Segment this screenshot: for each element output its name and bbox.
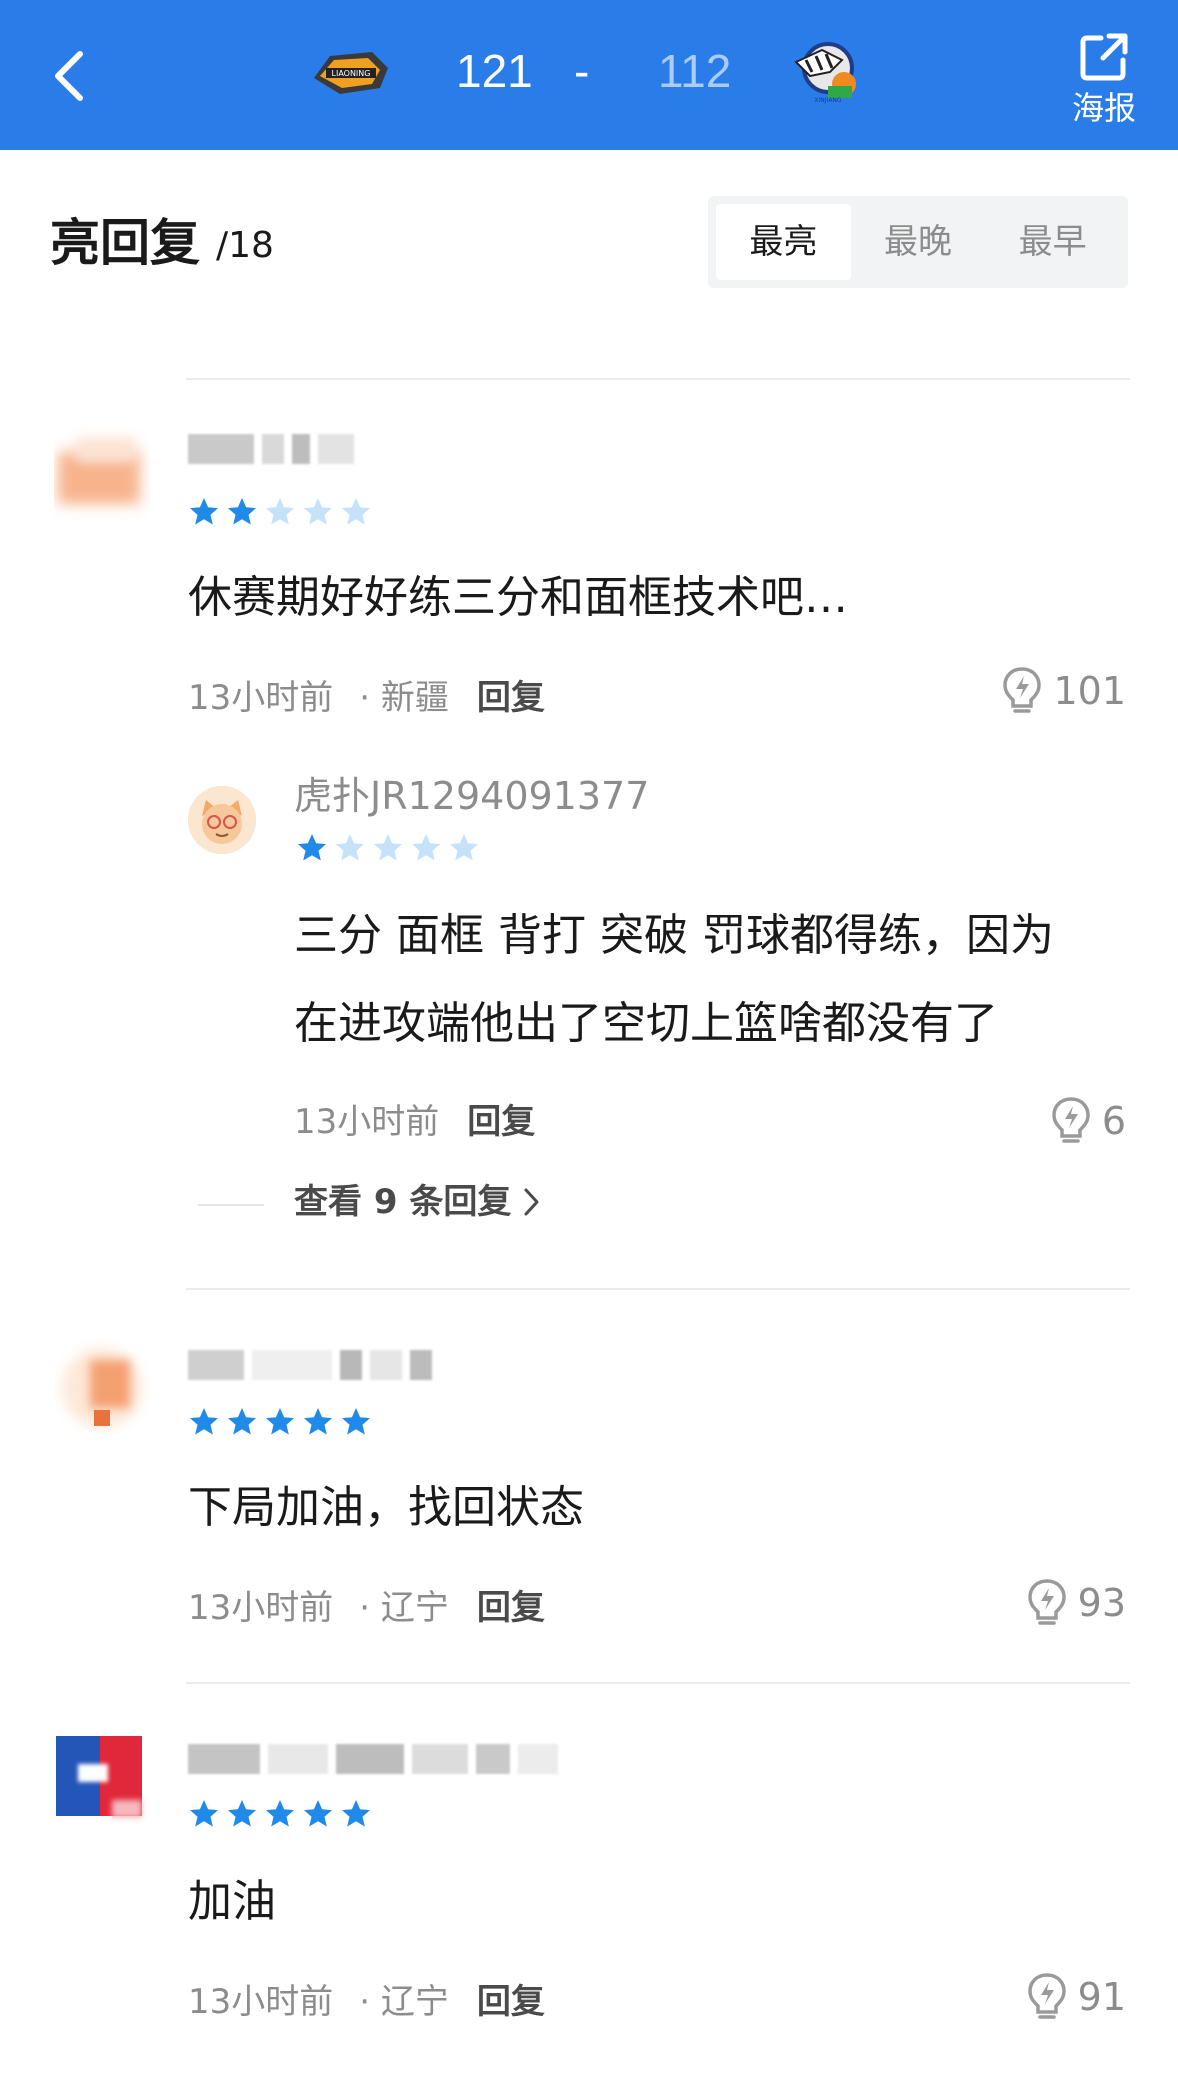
- score-separator: -: [574, 45, 590, 97]
- username-blurred[interactable]: [188, 1350, 432, 1380]
- reply-meta: 13小时前 回复: [294, 1100, 535, 1144]
- comment-meta: 13小时前 · 辽宁 回复: [188, 1980, 545, 2024]
- star-filled-icon: [228, 498, 256, 525]
- comment-time: 13小时前: [188, 1982, 334, 2022]
- sort-tab-earliest[interactable]: 最早: [985, 204, 1120, 280]
- poster-button[interactable]: 海报: [1064, 30, 1144, 126]
- star-filled-icon: [304, 1800, 332, 1827]
- avatar[interactable]: [54, 1338, 150, 1434]
- like-count: 91: [1077, 1975, 1126, 2019]
- like-button[interactable]: 91: [1026, 1972, 1126, 2022]
- home-logo-text: LIAONING: [332, 69, 371, 78]
- chevron-right-icon: [524, 1188, 539, 1216]
- away-team-logo[interactable]: XINJIANG: [782, 38, 864, 104]
- divider: [186, 1288, 1130, 1290]
- comment-meta: 13小时前 · 新疆 回复: [188, 676, 545, 720]
- lightbulb-icon: [1003, 667, 1042, 713]
- home-team-logo[interactable]: LIAONING: [310, 38, 392, 104]
- comment-text: 下局加油，找回状态: [188, 1482, 584, 1533]
- away-score: 112: [658, 45, 732, 97]
- avatar[interactable]: [54, 1730, 150, 1826]
- reply-avatar[interactable]: [188, 786, 256, 854]
- lightbulb-icon: [1027, 1973, 1066, 2019]
- lightbulb-icon: [1027, 1579, 1066, 1625]
- reply-username[interactable]: 虎扑JR1294091377: [294, 772, 649, 820]
- star-filled-icon: [298, 834, 326, 861]
- like-button[interactable]: 101: [1001, 666, 1126, 716]
- username-blurred[interactable]: [188, 1744, 558, 1774]
- star-empty-icon: [342, 498, 370, 525]
- match-header: LIAONING 121 - 112 XINJIANG 海报: [0, 0, 1178, 150]
- chevron-left-icon: [55, 51, 83, 101]
- sort-tabs: 最亮 最晚 最早: [708, 196, 1128, 288]
- star-filled-icon: [342, 1408, 370, 1435]
- comment-time: 13小时前: [188, 1588, 334, 1628]
- reply-like-count: 6: [1101, 1099, 1126, 1143]
- star-filled-icon: [228, 1800, 256, 1827]
- rating-stars: [188, 1406, 372, 1438]
- poster-label: 海报: [1071, 89, 1136, 127]
- reply-button[interactable]: 回复: [467, 1100, 535, 1144]
- back-button[interactable]: [46, 46, 96, 106]
- star-filled-icon: [190, 1800, 218, 1827]
- star-filled-icon: [190, 498, 218, 525]
- home-score: 121: [456, 45, 533, 97]
- avatar[interactable]: [54, 428, 150, 524]
- comment-text: 加油: [188, 1876, 276, 1927]
- star-empty-icon: [336, 834, 364, 861]
- reply-button[interactable]: 回复: [477, 1586, 545, 1630]
- reply-button[interactable]: 回复: [477, 676, 545, 720]
- like-count: 93: [1077, 1581, 1126, 1625]
- like-count: 101: [1053, 669, 1126, 713]
- star-filled-icon: [228, 1408, 256, 1435]
- comment-location: · 辽宁: [359, 1588, 449, 1628]
- divider: [186, 1682, 1130, 1684]
- view-more-label: 查看 9 条回复: [294, 1182, 512, 1222]
- comment-text: 休赛期好好练三分和面框技术吧…: [188, 572, 848, 623]
- star-filled-icon: [342, 1800, 370, 1827]
- comment-location: · 新疆: [359, 678, 449, 718]
- star-empty-icon: [412, 834, 440, 861]
- like-button[interactable]: 93: [1026, 1578, 1126, 1628]
- star-empty-icon: [374, 834, 402, 861]
- cartoon-avatar-icon: [188, 786, 256, 854]
- star-filled-icon: [266, 1800, 294, 1827]
- reply-like-button[interactable]: 6: [1050, 1096, 1126, 1146]
- section-count: /18: [216, 225, 274, 266]
- share-external-icon: [1080, 33, 1128, 81]
- reply-time: 13小时前: [294, 1102, 440, 1142]
- reply-text-line2: 在进攻端他出了空切上篮啥都没有了: [294, 998, 998, 1049]
- away-logo-text: XINJIANG: [814, 97, 842, 104]
- star-empty-icon: [266, 498, 294, 525]
- username-blurred[interactable]: [188, 434, 354, 464]
- sort-tab-latest[interactable]: 最晚: [851, 204, 986, 280]
- star-empty-icon: [450, 834, 478, 861]
- comment-location: · 辽宁: [359, 1982, 449, 2022]
- reply-button[interactable]: 回复: [477, 1980, 545, 2024]
- divider: [186, 378, 1130, 380]
- view-more-replies-link[interactable]: 查看 9 条回复: [294, 1180, 541, 1224]
- comment-meta: 13小时前 · 辽宁 回复: [188, 1586, 545, 1630]
- sort-tab-brightest[interactable]: 最亮: [716, 204, 851, 280]
- star-filled-icon: [266, 1408, 294, 1435]
- rating-stars: [188, 496, 372, 528]
- comment-time: 13小时前: [188, 678, 334, 718]
- star-empty-icon: [304, 498, 332, 525]
- section-title: 亮回复: [50, 214, 200, 272]
- view-more-line: [198, 1204, 264, 1206]
- reply-text-line1: 三分 面框 背打 突破 罚球都得练，因为: [294, 910, 1054, 961]
- rating-stars: [188, 1798, 372, 1830]
- star-filled-icon: [190, 1408, 218, 1435]
- reply-rating-stars: [296, 832, 480, 864]
- lightbulb-icon: [1052, 1097, 1090, 1143]
- star-filled-icon: [304, 1408, 332, 1435]
